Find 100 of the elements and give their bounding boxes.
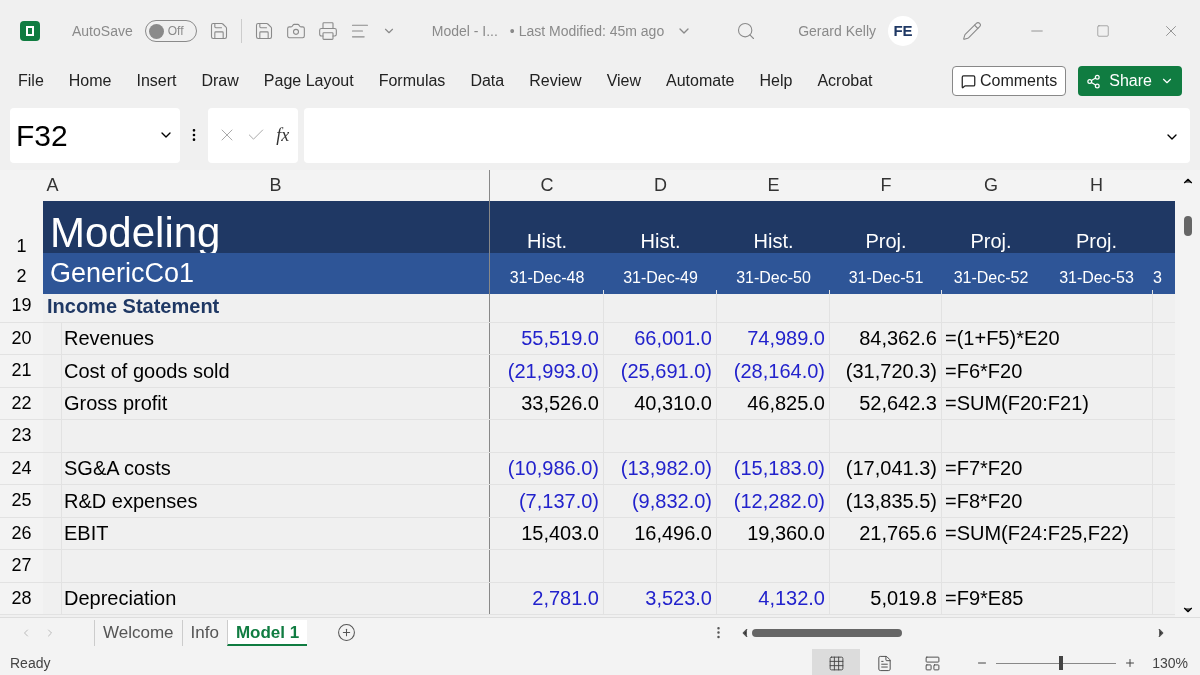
header-cell: 31-Dec-53 — [1040, 253, 1153, 294]
table-cell-text: 46,825.0 — [747, 391, 825, 417]
table-cell-text: (13,982.0) — [620, 456, 712, 482]
row-label: Gross profit — [64, 391, 168, 417]
name-box[interactable]: F32 — [10, 107, 180, 163]
ribbon-tab[interactable]: Review — [529, 69, 582, 93]
row-label: SG&A costs — [64, 456, 171, 482]
table-cell-text: (12,282.0) — [733, 488, 825, 514]
row-label: Revenues — [64, 326, 155, 352]
section-label: Income Statement — [47, 293, 220, 319]
insert-function-button[interactable]: fx — [276, 121, 290, 149]
table-cell-text: 21,765.6 — [859, 521, 937, 547]
add-sheet-icon[interactable] — [337, 623, 357, 642]
table-cell-text: 55,519.0 — [521, 326, 599, 352]
pen-icon[interactable] — [962, 21, 982, 41]
ribbon-tab[interactable]: View — [606, 69, 642, 93]
table-cell-text: 33,526.0 — [521, 391, 599, 417]
header-cell: 31-Dec-52 — [942, 253, 1040, 294]
table-cell-text: (15,183.0) — [733, 456, 825, 482]
table-cell-text: 5,019.8 — [870, 586, 937, 612]
row-label: Depreciation — [64, 586, 177, 612]
status-text: Ready — [10, 653, 51, 673]
table-cell-text: (28,164.0) — [733, 358, 825, 384]
print-preview-icon[interactable] — [317, 21, 338, 41]
header-cell: 31-Dec-48 — [490, 253, 604, 294]
scrollbar-thumb[interactable] — [1183, 216, 1192, 236]
column-header[interactable]: H — [1040, 170, 1153, 201]
ribbon-tab[interactable]: Automate — [666, 69, 735, 93]
table-cell-text: (17,041.3) — [845, 456, 937, 482]
formula-cell-text: =F6*F20 — [945, 358, 1023, 384]
comment-icon — [960, 73, 976, 89]
zoom-level[interactable]: 130% — [1152, 652, 1188, 674]
sheet-tab[interactable]: Model 1 — [226, 619, 308, 646]
table-cell-text: 16,496.0 — [634, 521, 712, 547]
formula-input-field[interactable] — [304, 107, 1190, 163]
page-layout-view-icon — [875, 654, 893, 672]
table-cell-text: 4,132.0 — [758, 586, 825, 612]
table-cell-text: 3,523.0 — [645, 586, 712, 612]
page-break-view-icon — [923, 654, 941, 672]
zoom-slider[interactable] — [996, 656, 1117, 670]
table-cell-text: 84,362.6 — [859, 326, 937, 352]
header-cell: 31-Dec-51 — [830, 253, 942, 294]
table-cell-text: (10,986.0) — [507, 456, 599, 482]
formula-cell-text: =F7*F20 — [945, 456, 1023, 482]
column-header[interactable]: F — [830, 170, 942, 201]
share-button[interactable]: Share — [1078, 66, 1182, 96]
formula-cell-text: =F8*F20 — [945, 488, 1023, 514]
table-cell-text: 66,001.0 — [634, 326, 712, 352]
formula-cell-text: =F9*E85 — [945, 586, 1024, 612]
normal-view-icon — [827, 654, 845, 672]
header-cell: 3 — [1153, 253, 1175, 294]
ribbon-tab[interactable]: Insert — [136, 69, 177, 93]
row-label: Cost of goods sold — [64, 358, 230, 384]
camera-icon[interactable] — [285, 21, 306, 41]
table-cell-text: (9,832.0) — [631, 488, 712, 514]
autosave-label: AutoSave — [72, 21, 133, 41]
save-icon[interactable] — [208, 21, 229, 41]
save-as-icon[interactable] — [253, 21, 274, 41]
column-header[interactable]: D — [604, 170, 717, 201]
search-icon[interactable] — [736, 21, 757, 41]
excel-logo-icon[interactable] — [20, 21, 40, 41]
ribbon-tab[interactable]: Page Layout — [263, 69, 354, 93]
ribbon-tab[interactable]: Help — [759, 69, 793, 93]
ribbon-tab[interactable]: Home — [68, 69, 112, 93]
ribbon-tab[interactable]: Draw — [201, 69, 239, 93]
table-cell-text: (7,137.0) — [518, 488, 599, 514]
table-cell-text: 74,989.0 — [747, 326, 825, 352]
header-cell: 31-Dec-49 — [604, 253, 717, 294]
table-cell-text: 40,310.0 — [634, 391, 712, 417]
column-header[interactable]: A — [43, 170, 62, 201]
ribbon-tab[interactable]: Data — [470, 69, 505, 93]
table-cell-text: 2,781.0 — [532, 586, 599, 612]
table-cell-text: 52,642.3 — [859, 391, 937, 417]
ribbon-tab[interactable]: Formulas — [378, 69, 446, 93]
formula-cell-text: =SUM(F24:F25,F22) — [945, 521, 1129, 547]
ribbon-tab[interactable]: File — [18, 69, 44, 93]
avatar[interactable]: FE — [888, 16, 918, 46]
scrollbar-thumb[interactable] — [752, 628, 903, 637]
column-header[interactable]: C — [490, 170, 604, 201]
share-icon — [1086, 73, 1102, 89]
maximize-icon[interactable] — [1096, 24, 1110, 38]
row-label: EBIT — [64, 521, 109, 547]
row-label: R&D expenses — [64, 488, 198, 514]
header-cell: GenericCo1 — [43, 253, 490, 294]
normal-view-button[interactable] — [812, 649, 861, 675]
zoom-in-icon[interactable] — [1124, 657, 1137, 669]
user-name: Gerard Kelly — [798, 21, 876, 41]
column-header[interactable]: G — [942, 170, 1040, 201]
table-cell-text: (13,835.5) — [845, 488, 937, 514]
comments-button[interactable]: Comments — [951, 66, 1067, 96]
table-cell-text: (25,691.0) — [620, 358, 712, 384]
table-cell-text: 15,403.0 — [521, 521, 599, 547]
sheet-tab[interactable]: Welcome — [94, 619, 182, 646]
ribbon-tab[interactable]: Acrobat — [817, 69, 873, 93]
column-header[interactable]: E — [717, 170, 830, 201]
sheet-tab[interactable]: Info — [181, 619, 227, 646]
formula-cell-text: =(1+F5)*E20 — [945, 326, 1060, 352]
table-cell-text: (31,720.3) — [845, 358, 937, 384]
table-cell-text: 19,360.0 — [747, 521, 825, 547]
table-cell-text: (21,993.0) — [507, 358, 599, 384]
